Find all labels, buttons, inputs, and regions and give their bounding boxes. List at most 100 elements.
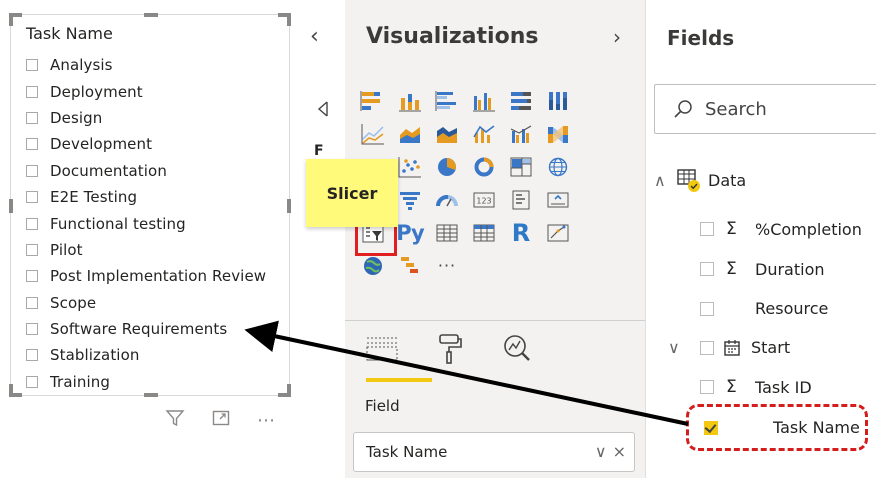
format-paint-roller-icon[interactable] [437,332,463,370]
checkbox[interactable] [26,243,38,256]
chevron-down-icon[interactable]: ∨ [668,338,700,357]
multi-row-card-icon[interactable] [505,183,537,216]
treemap-icon[interactable] [505,150,537,183]
table-icon[interactable] [431,216,463,249]
field-label: Start [751,338,791,357]
close-icon[interactable]: × [613,442,626,461]
checkbox[interactable] [26,164,38,177]
checkbox[interactable] [26,375,38,388]
table-data[interactable]: ∧ Data [654,167,746,193]
field-row-start[interactable]: ∨ Start [668,338,790,357]
slicer-item[interactable]: Pilot [26,237,266,263]
sigma-icon: Σ [726,219,737,239]
clustered-column-chart-icon[interactable] [468,84,500,117]
slicer-item[interactable]: Training [26,369,266,395]
checkbox[interactable] [26,296,38,309]
resize-handle[interactable] [9,199,13,213]
checkbox[interactable] [26,59,38,72]
funnel-chart-icon[interactable] [394,183,426,216]
checkbox[interactable] [26,111,38,124]
table-icon [677,169,700,192]
pie-chart-icon[interactable] [431,150,463,183]
checkbox[interactable] [26,270,38,283]
checkbox[interactable] [700,380,714,394]
card-icon[interactable]: 123 [468,183,500,216]
resize-handle[interactable] [9,384,13,397]
collapse-chevron-icon[interactable]: ‹ [310,24,319,49]
gauge-icon[interactable] [431,183,463,216]
field-row-resource[interactable]: Resource [700,299,828,318]
sigma-icon: Σ [726,259,737,279]
checkbox[interactable] [26,323,38,336]
slicer-item[interactable]: Analysis [26,52,266,78]
slicer-item-label: Training [50,372,110,391]
more-visuals-icon[interactable]: ··· [431,249,463,282]
stacked-area-chart-icon[interactable] [431,117,463,150]
search-input[interactable]: Search [654,84,876,134]
slicer-item[interactable]: Stablization [26,342,266,368]
checkbox[interactable] [700,340,714,355]
checkbox[interactable] [700,301,714,316]
slicer-item[interactable]: Development [26,131,266,157]
slicer-item-label: Software Requirements [50,320,228,339]
field-row-duration[interactable]: Σ Duration [700,259,825,279]
field-row-task-id[interactable]: Σ Task ID [700,377,812,397]
matrix-icon[interactable] [468,216,500,249]
resize-handle[interactable] [144,13,158,17]
chevron-right-icon[interactable]: › [613,25,621,49]
analytics-magnifier-icon[interactable] [501,333,533,369]
checkbox[interactable] [700,262,714,276]
slicer-item[interactable]: Functional testing [26,210,266,236]
map-icon[interactable] [542,150,574,183]
slicer-item[interactable]: Design [26,105,266,131]
stacked-column-chart-icon[interactable] [394,84,426,117]
slicer-item[interactable]: Deployment [26,78,266,104]
focus-mode-icon[interactable] [211,408,231,432]
slicer-item[interactable]: E2E Testing [26,184,266,210]
more-options-icon[interactable]: ⋯ [257,410,275,431]
r-visual-icon[interactable]: R [505,216,537,249]
key-influencers-icon[interactable] [542,216,574,249]
field-well[interactable]: Task Name ∨ × [353,432,635,472]
line-and-column-chart-icon[interactable] [468,117,500,150]
line-chart-icon[interactable] [357,117,389,150]
checkbox[interactable] [26,191,38,204]
scatter-chart-icon[interactable] [394,150,426,183]
resize-handle[interactable] [9,13,13,26]
chevron-up-icon[interactable]: ∧ [654,171,676,190]
task-name-slicer[interactable]: Task Name Analysis Deployment Design Dev… [9,13,291,397]
expand-filters-icon[interactable] [315,100,331,122]
chevron-down-icon[interactable]: ∨ [595,442,607,461]
ribbon-chart-icon[interactable] [542,117,574,150]
filter-icon[interactable] [165,408,185,432]
slicer-item[interactable]: Scope [26,290,266,316]
resize-handle[interactable] [287,199,291,213]
slicer-item-label: E2E Testing [50,188,138,207]
field-well-value: Task Name [366,443,448,461]
donut-chart-icon[interactable] [468,150,500,183]
python-visual-icon[interactable]: Py [394,216,426,249]
checkbox[interactable] [26,217,38,230]
area-chart-icon[interactable] [394,117,426,150]
checkbox[interactable] [26,85,38,98]
slicer-item[interactable]: Software Requirements [26,316,266,342]
checkbox[interactable] [700,222,714,236]
field-row-completion[interactable]: Σ %Completion [700,219,862,239]
slicer-item[interactable]: Documentation [26,158,266,184]
slicer-item[interactable]: Post Implementation Review [26,263,266,289]
stacked-bar-chart-icon[interactable] [357,84,389,117]
checkbox[interactable] [26,349,38,362]
slicer-item-label: Stablization [50,346,140,365]
resize-handle[interactable] [287,13,291,26]
100-percent-column-chart-icon[interactable] [542,84,574,117]
resize-handle[interactable] [287,384,291,397]
decomposition-tree-icon[interactable] [394,249,426,282]
line-and-clustered-column-icon[interactable] [505,117,537,150]
slicer-item-label: Deployment [50,82,143,101]
filters-label: F [314,143,324,159]
fields-tab-icon[interactable] [365,334,399,368]
checkbox[interactable] [26,138,38,151]
100-percent-bar-chart-icon[interactable] [505,84,537,117]
kpi-icon[interactable] [542,183,574,216]
clustered-bar-chart-icon[interactable] [431,84,463,117]
